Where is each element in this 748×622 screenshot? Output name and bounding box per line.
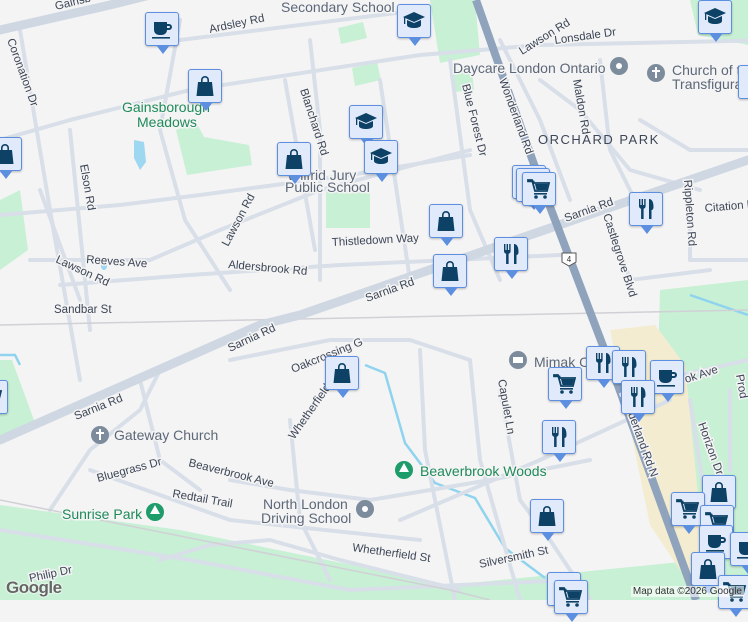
restaurant-marker[interactable]: [621, 380, 655, 422]
graduation-cap-icon: [402, 9, 426, 33]
church-icon: [91, 426, 109, 444]
church-icon: [647, 64, 665, 82]
label-reeves-ave: Reeves Ave: [86, 254, 148, 270]
map-attribution[interactable]: Map data ©2026 Google: [630, 586, 744, 597]
coffee-cup-icon: [704, 530, 728, 554]
shopping-cart-icon: [676, 497, 700, 521]
cafe-marker[interactable]: [730, 532, 748, 574]
shopping-cart-icon: [0, 385, 3, 409]
label-beaverbrook-woods: Beaverbrook Woods: [420, 463, 547, 479]
restaurant-marker[interactable]: [542, 420, 576, 462]
shopping-marker[interactable]: [325, 356, 359, 398]
shopping-cart-icon: [527, 177, 551, 201]
coffee-cup-icon: [655, 365, 679, 389]
label-sunrise-park: Sunrise Park: [62, 506, 143, 522]
fork-knife-icon: [626, 385, 650, 409]
tree-icon: [146, 503, 164, 521]
label-beaverbrook-ave: Beaverbrook Ave: [187, 457, 275, 490]
shopping-marker[interactable]: [188, 69, 222, 111]
svg-text:Transfiguration: Transfiguration: [672, 76, 748, 92]
school-marker[interactable]: [698, 0, 732, 42]
shopping-bag-icon: [434, 209, 458, 233]
svg-text:Meadows: Meadows: [137, 114, 197, 130]
shopping-bag-icon: [330, 361, 354, 385]
label-elson-rd: Elson Rd: [77, 163, 97, 211]
label-capulet-ln: Capulet Ln: [495, 378, 516, 435]
label-redtail-trail: Redtail Trail: [171, 488, 233, 510]
label-daycare: Daycare London Ontario: [453, 60, 606, 76]
shopping-cart-icon: [553, 372, 577, 396]
shopping-bag-icon: [0, 142, 17, 166]
marker-partial[interactable]: [738, 65, 748, 99]
cafe-marker[interactable]: [145, 12, 179, 54]
marker-partial[interactable]: [0, 380, 8, 414]
label-lawson-rd: Lawson Rd: [220, 192, 258, 248]
shopping-marker[interactable]: [530, 499, 564, 541]
restaurant-marker[interactable]: [494, 237, 528, 279]
svg-text:Driving School: Driving School: [261, 510, 351, 526]
museum-icon: [509, 351, 527, 369]
restaurant-marker[interactable]: [612, 350, 646, 392]
label-orchard-park: ORCHARD PARK: [538, 132, 660, 147]
coffee-cup-icon: [735, 537, 748, 561]
graduation-cap-icon: [354, 110, 378, 134]
cafe-marker[interactable]: [650, 360, 684, 402]
svg-text:4: 4: [567, 255, 572, 264]
label-silversmith-st: Silversmith St: [478, 544, 550, 571]
label-citation-dr: Citation Dr: [704, 198, 748, 215]
fork-knife-icon: [547, 425, 571, 449]
google-logo: Google: [6, 578, 62, 597]
shopping-cart-icon: [559, 585, 583, 609]
shopping-marker[interactable]: [702, 475, 736, 517]
fork-knife-icon: [634, 197, 658, 221]
school-marker[interactable]: [349, 105, 383, 147]
shopping-marker[interactable]: [429, 204, 463, 246]
place-pin-icon: [610, 57, 628, 75]
shopping-bag-icon: [696, 557, 720, 581]
graduation-cap-icon: [369, 145, 393, 169]
grocery-marker[interactable]: [522, 172, 556, 214]
label-aldersbrook-rd: Aldersbrook Rd: [228, 259, 308, 278]
shopping-marker[interactable]: [0, 137, 22, 179]
coffee-cup-icon: [150, 17, 174, 41]
shopping-marker[interactable]: [433, 254, 467, 296]
shopping-bag-icon: [707, 480, 731, 504]
shopping-bag-icon: [193, 74, 217, 98]
label-secondary-school: Secondary School: [281, 0, 395, 15]
school-marker[interactable]: [397, 4, 431, 46]
school-marker[interactable]: [364, 140, 398, 182]
shopping-bag-icon: [535, 504, 559, 528]
map-canvas[interactable]: 4 Gainsb Secondary School Ardsley Rd Cor…: [0, 0, 748, 600]
fork-knife-icon: [499, 242, 523, 266]
label-whetherfield: Whetherfield: [287, 382, 334, 442]
shopping-marker[interactable]: [277, 142, 311, 184]
grocery-marker[interactable]: [554, 580, 588, 622]
label-bluegrass-dr: Bluegrass Dr: [96, 456, 163, 485]
fork-knife-icon: [617, 355, 641, 379]
place-pin-icon: [356, 500, 374, 518]
tree-icon: [395, 461, 413, 479]
graduation-cap-icon: [703, 5, 727, 29]
grocery-marker[interactable]: [548, 367, 582, 409]
label-sandbar-st: Sandbar St: [54, 304, 112, 316]
shopping-bag-icon: [438, 259, 462, 283]
shopping-bag-icon: [282, 147, 306, 171]
label-whetherfield-st: Whetherfield St: [352, 542, 432, 565]
restaurant-marker[interactable]: [629, 192, 663, 234]
label-gateway-church: Gateway Church: [114, 427, 218, 443]
label-wonderland-rd: Wonderland Rd: [496, 77, 535, 156]
